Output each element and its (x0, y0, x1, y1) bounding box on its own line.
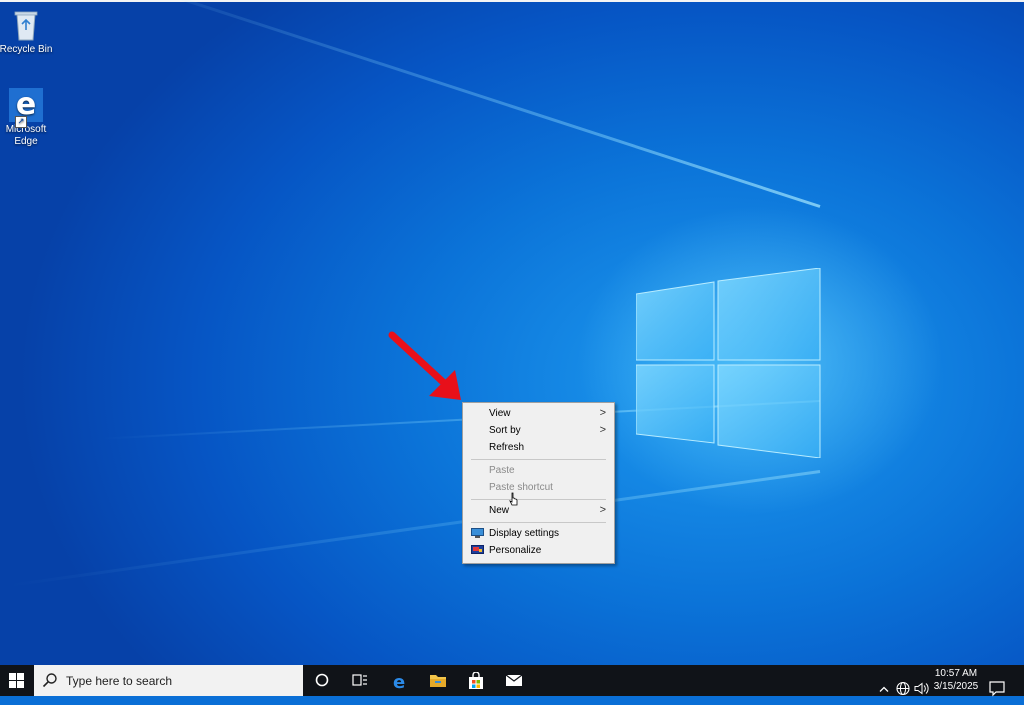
volume-icon[interactable] (914, 673, 930, 704)
shortcut-arrow-icon: ↗ (15, 116, 27, 128)
menu-item-label: Paste shortcut (489, 482, 553, 493)
mouse-cursor-icon (509, 492, 518, 506)
chevron-up-icon[interactable] (878, 674, 890, 705)
windows-logo-wallpaper (635, 267, 821, 459)
file-explorer-icon (430, 675, 446, 687)
cortana-button[interactable] (303, 665, 341, 696)
menu-item-new[interactable]: New > (465, 502, 612, 519)
edge-icon: e (393, 672, 405, 690)
taskbar-file-explorer-button[interactable] (418, 665, 456, 696)
windows-start-icon (9, 673, 24, 688)
taskbar-search-box[interactable]: Type here to search (34, 665, 303, 696)
network-icon[interactable] (896, 673, 910, 704)
menu-item-label: Sort by (489, 425, 521, 436)
personalize-icon (471, 545, 484, 554)
start-button[interactable] (0, 665, 34, 696)
menu-item-sort-by[interactable]: Sort by > (465, 422, 612, 439)
menu-item-label: Refresh (489, 442, 525, 453)
submenu-chevron-icon: > (599, 424, 606, 436)
menu-item-label: Paste (489, 465, 515, 476)
taskbar-mail-button[interactable] (494, 665, 532, 696)
mail-icon (505, 674, 523, 686)
desktop-icon-label-line1: Microsoft (5, 124, 47, 135)
desktop-context-menu: View > Sort by > Refresh Paste Paste sho… (462, 402, 615, 564)
window-top-border (0, 0, 1024, 2)
menu-item-label: New (489, 505, 510, 516)
submenu-chevron-icon: > (599, 504, 606, 516)
menu-item-display-settings[interactable]: Display settings (465, 525, 612, 542)
menu-item-view[interactable]: View > (465, 405, 612, 422)
clock-date: 3/15/2025 (933, 681, 979, 692)
desktop-icon-microsoft-edge[interactable]: e ↗ Microsoft Edge (0, 88, 56, 148)
edge-icon: e ↗ (9, 88, 43, 128)
menu-item-paste-shortcut: Paste shortcut (465, 479, 612, 496)
desktop-icon-label: Recycle Bin (0, 44, 53, 55)
display-settings-icon (471, 528, 484, 538)
cortana-icon (315, 673, 329, 687)
recycle-bin-icon (9, 8, 43, 42)
desktop-icon-label-line2: Edge (14, 136, 38, 147)
taskbar-edge-button[interactable]: e (380, 665, 418, 696)
menu-separator (471, 522, 606, 523)
menu-item-label: Display settings (489, 528, 560, 539)
task-view-icon (352, 674, 367, 686)
menu-item-paste: Paste (465, 462, 612, 479)
menu-item-label: Personalize (489, 545, 542, 556)
action-center-icon[interactable] (989, 673, 1005, 704)
menu-separator (471, 499, 606, 500)
desktop-icon-recycle-bin[interactable]: Recycle Bin (0, 8, 56, 56)
menu-separator (471, 459, 606, 460)
desktop[interactable]: Recycle Bin e ↗ Microsoft Edge View > So… (0, 0, 1024, 665)
taskbar: Type here to search e 10:57 AM 3/15/2025 (0, 665, 1024, 697)
search-placeholder: Type here to search (66, 674, 173, 688)
task-view-button[interactable] (341, 665, 379, 696)
light-beam (7, 470, 821, 588)
taskbar-clock[interactable]: 10:57 AM 3/15/2025 (930, 667, 982, 693)
light-beam (96, 0, 821, 208)
search-icon (42, 673, 57, 688)
menu-item-refresh[interactable]: Refresh (465, 439, 612, 456)
menu-item-label: View (489, 408, 511, 419)
taskbar-store-button[interactable] (456, 665, 494, 696)
clock-time: 10:57 AM (934, 668, 978, 679)
red-arrow-annotation (388, 331, 461, 400)
store-icon (469, 672, 483, 689)
menu-item-personalize[interactable]: Personalize (465, 542, 612, 559)
submenu-chevron-icon: > (599, 407, 606, 419)
svg-text:e: e (393, 672, 405, 690)
